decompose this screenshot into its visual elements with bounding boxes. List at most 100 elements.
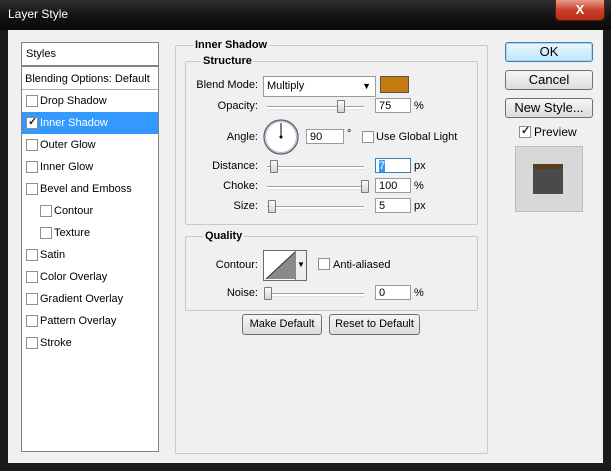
close-button[interactable]: X <box>555 0 605 21</box>
style-item-checkbox[interactable] <box>40 227 52 239</box>
noise-field[interactable] <box>375 285 411 300</box>
style-item-contour[interactable]: Contour <box>22 200 158 222</box>
style-item-label: Gradient Overlay <box>40 293 124 305</box>
size-unit: px <box>414 200 426 212</box>
blend-mode-value: Multiply <box>267 80 305 92</box>
anti-aliased-label[interactable]: Anti-aliased <box>333 259 390 271</box>
noise-unit: % <box>414 287 424 299</box>
angle-dial[interactable] <box>262 118 300 156</box>
window-frame-right <box>603 30 611 471</box>
style-item-bevel-and-emboss[interactable]: Bevel and Emboss <box>22 178 158 200</box>
style-item-checkbox[interactable] <box>26 161 38 173</box>
style-item-label: Drop Shadow <box>40 95 107 107</box>
contour-linear-icon <box>265 251 296 280</box>
style-item-label: Inner Shadow <box>40 117 108 129</box>
style-item-checkbox[interactable] <box>26 271 38 283</box>
preview-label[interactable]: Preview <box>534 125 577 139</box>
size-label: Size: <box>233 200 258 212</box>
choke-unit: % <box>414 180 424 192</box>
preview-box <box>515 146 583 212</box>
opacity-label: Opacity: <box>217 100 258 112</box>
style-item-outer-glow[interactable]: Outer Glow <box>22 134 158 156</box>
distance-label: Distance: <box>212 160 258 172</box>
style-item-checkbox[interactable] <box>40 205 52 217</box>
quality-group <box>185 236 478 311</box>
style-item-checkbox[interactable] <box>26 183 38 195</box>
style-item-inner-shadow[interactable]: Inner Shadow <box>22 112 158 134</box>
chevron-down-icon: ▼ <box>362 81 371 91</box>
structure-title: Structure <box>201 55 254 67</box>
choke-label: Choke: <box>223 180 258 192</box>
style-item-texture[interactable]: Texture <box>22 222 158 244</box>
window-title: Layer Style <box>8 7 69 21</box>
shadow-color-swatch[interactable] <box>380 76 409 93</box>
style-item-label: Satin <box>40 249 66 261</box>
window-frame-bottom <box>0 463 611 471</box>
distance-slider-thumb[interactable] <box>270 160 278 173</box>
choke-slider-track[interactable] <box>267 186 364 190</box>
styles-list: Blending Options: Default Drop Shadow Inn… <box>21 66 159 452</box>
contour-dropdown-button[interactable]: ▼ <box>295 251 306 280</box>
blend-mode-select[interactable]: Multiply ▼ <box>263 76 376 97</box>
styles-header[interactable]: Styles <box>21 42 159 66</box>
use-global-light-checkbox[interactable] <box>362 131 374 143</box>
style-item-checkbox[interactable] <box>26 139 38 151</box>
style-item-stroke[interactable]: Stroke <box>22 332 158 354</box>
size-slider-thumb[interactable] <box>268 200 276 213</box>
choke-field[interactable] <box>375 178 411 193</box>
anti-aliased-checkbox[interactable] <box>318 258 330 270</box>
style-item-drop-shadow[interactable]: Drop Shadow <box>22 90 158 112</box>
noise-slider-thumb[interactable] <box>264 287 272 300</box>
distance-slider-track[interactable] <box>267 166 364 170</box>
opacity-slider-track[interactable] <box>267 106 364 110</box>
ok-button[interactable]: OK <box>505 42 593 62</box>
check-icon: ✓ <box>521 125 531 137</box>
quality-title: Quality <box>203 230 245 242</box>
distance-value: 7 <box>379 160 386 172</box>
style-item-inner-glow[interactable]: Inner Glow <box>22 156 158 178</box>
make-default-button[interactable]: Make Default <box>242 314 322 335</box>
style-item-label: Inner Glow <box>40 161 94 173</box>
style-item-satin[interactable]: Satin <box>22 244 158 266</box>
distance-unit: px <box>414 160 426 172</box>
styles-header-label: Styles <box>26 48 56 60</box>
reset-to-default-button[interactable]: Reset to Default <box>329 314 420 335</box>
style-item-pattern-overlay[interactable]: Pattern Overlay <box>22 310 158 332</box>
opacity-field[interactable] <box>375 98 411 113</box>
blend-mode-label: Blend Mode: <box>196 79 258 91</box>
style-item-gradient-overlay[interactable]: Gradient Overlay <box>22 288 158 310</box>
cancel-button[interactable]: Cancel <box>505 70 593 90</box>
choke-slider-thumb[interactable] <box>361 180 369 193</box>
noise-slider-track[interactable] <box>264 293 364 297</box>
contour-picker[interactable]: ▼ <box>263 250 307 281</box>
blending-options-item[interactable]: Blending Options: Default <box>22 67 158 90</box>
new-style-button[interactable]: New Style... <box>505 98 593 118</box>
use-global-light-label[interactable]: Use Global Light <box>376 131 457 143</box>
style-item-label: Color Overlay <box>40 271 108 283</box>
style-item-checkbox[interactable] <box>26 115 38 129</box>
opacity-slider-thumb[interactable] <box>337 100 345 113</box>
style-item-checkbox[interactable] <box>26 337 38 349</box>
blending-options-label: Blending Options: Default <box>25 73 150 85</box>
title-bar[interactable]: Layer Style X <box>0 0 611 30</box>
style-item-checkbox[interactable] <box>26 249 38 261</box>
style-item-label: Contour <box>54 205 94 217</box>
distance-field[interactable]: 7 <box>375 158 411 173</box>
contour-label: Contour: <box>215 259 258 271</box>
noise-label: Noise: <box>226 287 258 299</box>
preview-checkbox[interactable]: ✓ <box>519 125 531 138</box>
style-item-checkbox[interactable] <box>26 315 38 327</box>
style-item-label: Stroke <box>40 337 72 349</box>
window-frame-left <box>0 30 8 471</box>
angle-field[interactable] <box>306 129 344 144</box>
size-field[interactable] <box>375 198 411 213</box>
preview-swatch <box>533 164 563 194</box>
style-item-checkbox[interactable] <box>26 293 38 305</box>
style-item-label: Outer Glow <box>40 139 96 151</box>
style-item-checkbox[interactable] <box>26 95 38 107</box>
style-item-color-overlay[interactable]: Color Overlay <box>22 266 158 288</box>
style-item-label: Pattern Overlay <box>40 315 117 327</box>
opacity-unit: % <box>414 100 424 112</box>
size-slider-track[interactable] <box>267 206 364 210</box>
style-item-label: Texture <box>54 227 91 239</box>
